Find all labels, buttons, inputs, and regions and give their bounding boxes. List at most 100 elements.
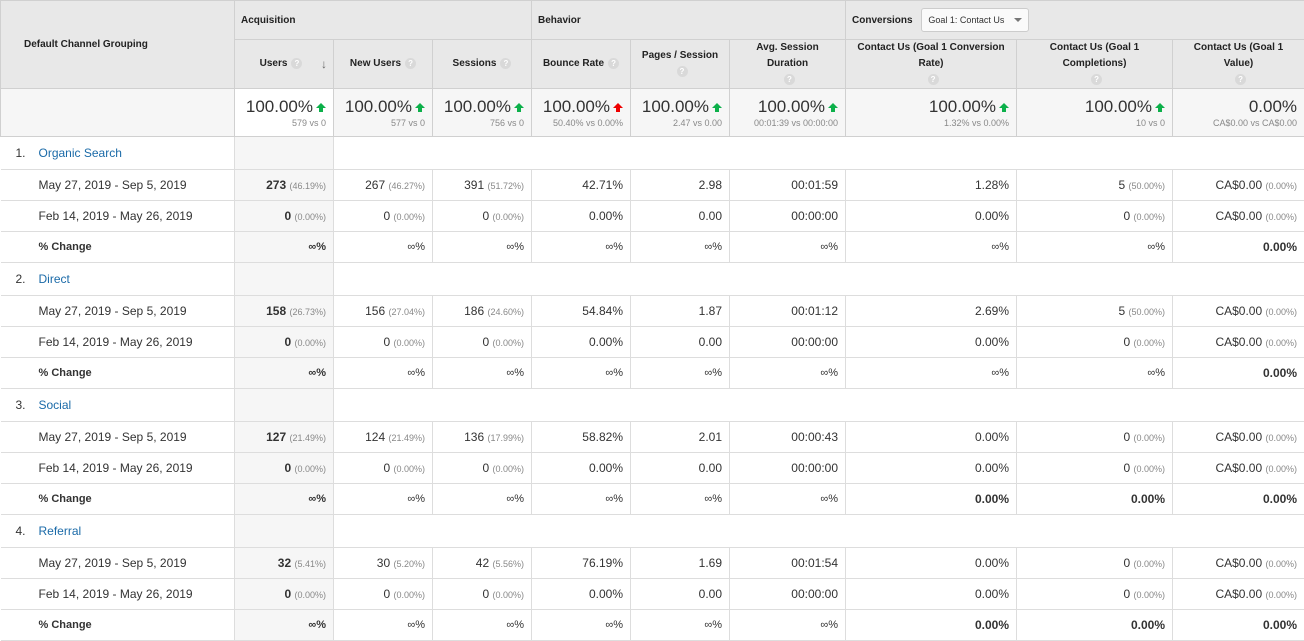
summary-change: 100.00% — [1024, 97, 1165, 117]
column-header-new-users[interactable]: New Users? — [334, 40, 433, 89]
metric-cell: 136 (17.99%) — [433, 422, 532, 453]
metric-share: (0.00%) — [393, 212, 425, 222]
metric-cell: 0.00% — [846, 484, 1017, 515]
metric-value: 267 — [365, 178, 385, 192]
metric-cell: ∞% — [433, 232, 532, 263]
metric-cell: 186 (24.60%) — [433, 296, 532, 327]
channel-link-social[interactable]: Social — [39, 398, 72, 412]
metric-value: 0.00% — [975, 335, 1009, 349]
metric-value: 2.69% — [975, 304, 1009, 318]
metric-cell: 00:00:00 — [730, 453, 846, 484]
metric-value: ∞% — [308, 619, 326, 631]
row-label: Feb 14, 2019 - May 26, 2019 — [1, 579, 235, 610]
metric-value: ∞% — [704, 493, 722, 505]
metric-cell: 0.00% — [1173, 484, 1304, 515]
column-header-users[interactable]: Users? ↓ — [235, 40, 334, 89]
help-icon[interactable]: ? — [928, 74, 939, 85]
channel-link-organic-search[interactable]: Organic Search — [39, 146, 122, 160]
column-header-label: Users — [260, 58, 288, 69]
help-icon[interactable]: ? — [1235, 74, 1246, 85]
chevron-down-icon — [1014, 18, 1022, 22]
dimension-header[interactable]: Default Channel Grouping — [1, 1, 235, 89]
column-header-pages-session[interactable]: Pages / Session? — [631, 40, 730, 89]
metric-value: 32 — [278, 556, 291, 570]
column-header-avg-session-duration[interactable]: Avg. Session Duration? — [730, 40, 846, 89]
metric-share: (0.00%) — [1266, 559, 1298, 569]
sorted-column-spacer — [235, 515, 334, 548]
metric-share: (0.00%) — [1134, 433, 1166, 443]
metric-cell: ∞% — [433, 610, 532, 641]
metric-cell: 0.00 — [631, 327, 730, 358]
metric-cell: 0.00 — [631, 201, 730, 232]
metric-value: ∞% — [506, 241, 524, 253]
summary-change-value: 100.00% — [1085, 97, 1152, 116]
metric-share: (0.00%) — [294, 464, 326, 474]
channel-index: 3. — [16, 398, 39, 412]
metric-cell: ∞% — [334, 232, 433, 263]
metric-cell: ∞% — [532, 232, 631, 263]
summary-change-value: 0.00% — [1249, 97, 1297, 116]
help-icon[interactable]: ? — [608, 58, 619, 69]
metric-share: (50.00%) — [1128, 181, 1165, 191]
help-icon[interactable]: ? — [1091, 74, 1102, 85]
help-icon[interactable]: ? — [405, 58, 416, 69]
metric-cell: 2.01 — [631, 422, 730, 453]
metric-cell: 0.00% — [532, 453, 631, 484]
row-label: Feb 14, 2019 - May 26, 2019 — [1, 327, 235, 358]
metric-value: ∞% — [991, 241, 1009, 253]
metric-value: 0.00 — [699, 209, 722, 223]
metric-cell: 0.00% — [846, 201, 1017, 232]
metric-value: ∞% — [704, 241, 722, 253]
metric-share: (0.00%) — [393, 338, 425, 348]
arrow-up-icon — [415, 103, 425, 108]
metric-value: ∞% — [308, 367, 326, 379]
goal-select-value: Goal 1: Contact Us — [928, 15, 1004, 25]
summary-change-value: 100.00% — [642, 97, 709, 116]
help-icon[interactable]: ? — [500, 58, 511, 69]
goal-select[interactable]: Goal 1: Contact Us — [921, 8, 1029, 32]
help-icon[interactable]: ? — [784, 74, 795, 85]
metric-value: 0.00% — [975, 492, 1009, 506]
metric-value: 0.00% — [1263, 240, 1297, 254]
summary-change-value: 100.00% — [246, 97, 313, 116]
metric-value: 0.00% — [975, 430, 1009, 444]
metric-cell: ∞% — [235, 358, 334, 389]
help-icon[interactable]: ? — [291, 58, 302, 69]
channel-link-referral[interactable]: Referral — [39, 524, 82, 538]
metric-value: CA$0.00 — [1215, 587, 1262, 601]
column-header-sessions[interactable]: Sessions? — [433, 40, 532, 89]
column-header-contact-us-goal-1-completions[interactable]: Contact Us (Goal 1 Completions)? — [1017, 40, 1173, 89]
arrow-up-icon — [514, 103, 524, 108]
metric-value: 2.98 — [699, 178, 722, 192]
channel-group-row: 3.Social — [1, 389, 1304, 422]
metric-share: (26.73%) — [289, 307, 326, 317]
metric-cell: 0 (0.00%) — [1017, 453, 1173, 484]
metric-share: (50.00%) — [1128, 307, 1165, 317]
summary-cell: 100.00%00:01:39 vs 00:00:00 — [730, 89, 846, 137]
metric-cell: 1.69 — [631, 548, 730, 579]
metric-value: 0 — [1123, 209, 1130, 223]
summary-label-cell — [1, 89, 235, 137]
metric-cell: 0 (0.00%) — [235, 201, 334, 232]
column-header-bounce-rate[interactable]: Bounce Rate? — [532, 40, 631, 89]
metric-cell: ∞% — [334, 610, 433, 641]
metric-cell: 267 (46.27%) — [334, 170, 433, 201]
date-range-row: May 27, 2019 - Sep 5, 2019273 (46.19%)26… — [1, 170, 1304, 201]
channel-link-direct[interactable]: Direct — [39, 272, 70, 286]
metric-value: 0 — [284, 209, 291, 223]
conversions-group-header: Conversions Goal 1: Contact Us — [846, 1, 1304, 40]
percent-change-row: % Change∞%∞%∞%∞%∞%∞%∞%∞%0.00% — [1, 358, 1304, 389]
metric-share: (24.60%) — [487, 307, 524, 317]
metric-value: 1.28% — [975, 178, 1009, 192]
metric-cell: 0.00% — [846, 610, 1017, 641]
sort-descending-icon[interactable]: ↓ — [321, 56, 327, 72]
column-header-contact-us-goal-1-conversion-rate[interactable]: Contact Us (Goal 1 Conversion Rate)? — [846, 40, 1017, 89]
channel-index: 4. — [16, 524, 39, 538]
column-header-contact-us-goal-1-value[interactable]: Contact Us (Goal 1 Value)? — [1173, 40, 1304, 89]
channel-label-cell: 3.Social — [1, 389, 235, 422]
metric-cell: 54.84% — [532, 296, 631, 327]
date-range-row: Feb 14, 2019 - May 26, 20190 (0.00%)0 (0… — [1, 579, 1304, 610]
help-icon[interactable]: ? — [677, 66, 688, 77]
metric-cell: 0.00% — [532, 327, 631, 358]
percent-change-row: % Change∞%∞%∞%∞%∞%∞%∞%∞%0.00% — [1, 232, 1304, 263]
